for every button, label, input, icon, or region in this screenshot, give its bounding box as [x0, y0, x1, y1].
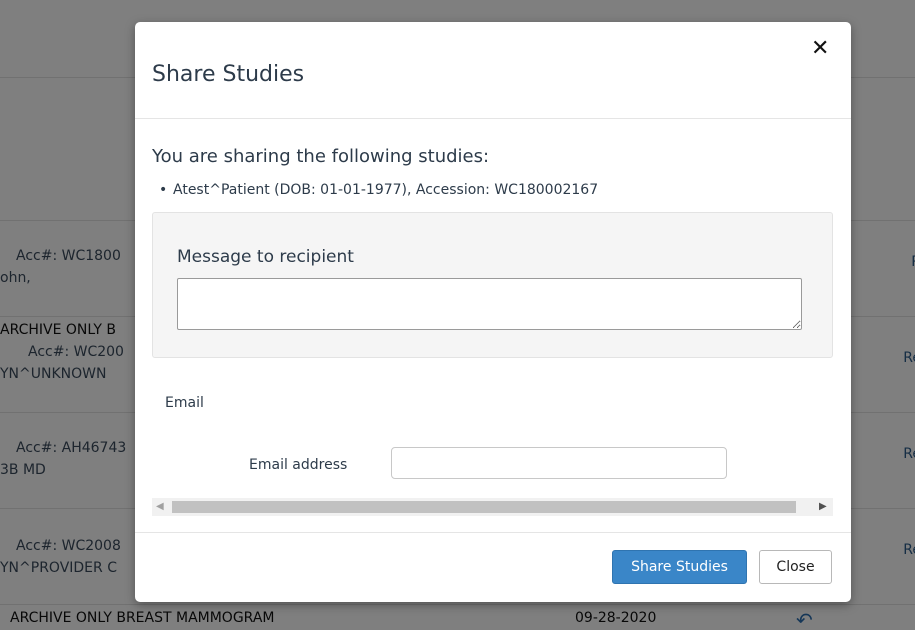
horizontal-scrollbar[interactable]: ◀ ▶	[152, 498, 833, 516]
email-section-label: Email	[165, 395, 204, 411]
study-list-item: Atest^Patient (DOB: 01-01-1977), Accessi…	[159, 182, 598, 198]
footer-divider	[135, 532, 851, 533]
share-studies-dialog: Share Studies ✕ You are sharing the foll…	[135, 22, 851, 602]
header-divider	[135, 118, 851, 119]
close-button[interactable]: Close	[759, 550, 832, 584]
sharing-heading: You are sharing the following studies:	[152, 146, 490, 167]
scroll-left-icon[interactable]: ◀	[156, 501, 164, 512]
share-studies-button[interactable]: Share Studies	[612, 550, 747, 584]
email-address-label: Email address	[249, 457, 348, 473]
scroll-right-icon[interactable]: ▶	[819, 501, 827, 512]
dialog-title: Share Studies	[152, 62, 305, 87]
scrollbar-thumb[interactable]	[172, 501, 796, 513]
message-textarea[interactable]	[177, 278, 802, 330]
message-label: Message to recipient	[177, 247, 354, 267]
close-icon[interactable]: ✕	[811, 36, 829, 62]
email-address-input[interactable]	[391, 447, 727, 479]
message-panel: Message to recipient	[152, 212, 833, 358]
